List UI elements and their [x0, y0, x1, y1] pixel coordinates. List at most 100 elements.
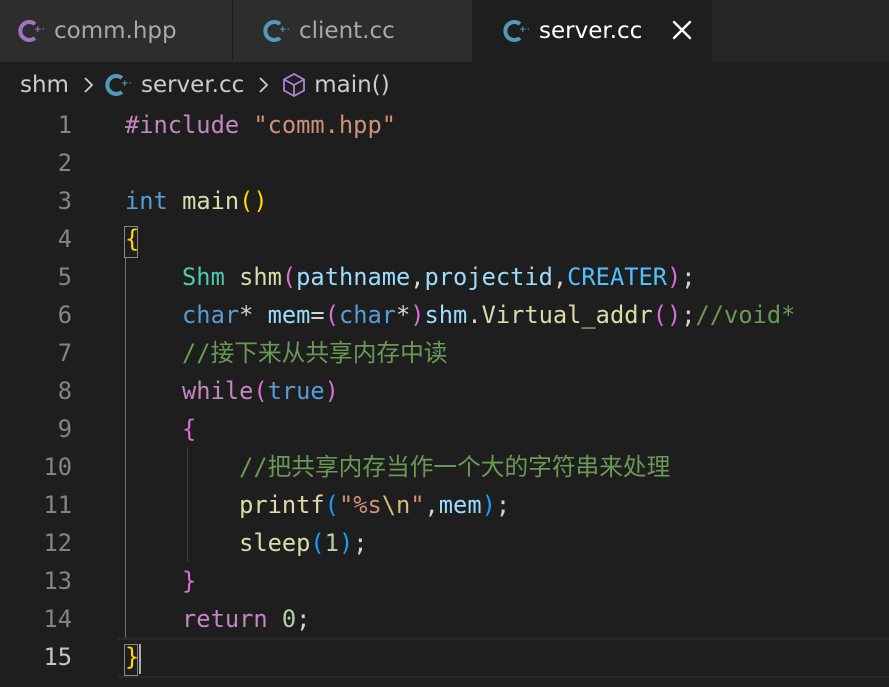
- code-line[interactable]: 3 int main(): [0, 182, 889, 220]
- cpp-file-icon: ++: [503, 20, 529, 42]
- tab-bar: ++ comm.hpp ++ client.cc ++ server.cc: [0, 0, 889, 62]
- code-token: ;: [296, 605, 311, 633]
- tab-comm-hpp[interactable]: ++ comm.hpp: [0, 0, 233, 62]
- code-token: .: [467, 301, 482, 329]
- code-text: #include "comm.hpp": [125, 106, 396, 144]
- code-line[interactable]: 14 return 0;: [0, 600, 889, 638]
- code-token: ;: [681, 263, 696, 291]
- code-text: {: [125, 410, 196, 448]
- code-token: ): [324, 377, 339, 405]
- code-token: (: [324, 491, 339, 519]
- code-token: Shm: [182, 263, 225, 291]
- line-number: 3: [57, 187, 72, 215]
- code-text: //接下来从共享内存中读: [125, 334, 447, 372]
- chevron-right-icon: [259, 77, 269, 93]
- breadcrumb-symbol[interactable]: main(): [314, 72, 389, 98]
- code-text: {: [125, 220, 139, 258]
- code-line[interactable]: 6 char* mem=(char*)shm.Virtual_addr();//…: [0, 296, 889, 334]
- tab-label: comm.hpp: [54, 18, 177, 44]
- code-line[interactable]: 15}: [0, 638, 889, 676]
- code-line[interactable]: 8 while(true): [0, 372, 889, 410]
- line-number: 11: [43, 491, 72, 519]
- code-token: ;: [495, 491, 511, 519]
- code-token: return: [182, 605, 268, 633]
- line-number: 10: [43, 453, 72, 481]
- code-token: shm: [424, 301, 468, 329]
- code-token: {: [125, 225, 140, 253]
- code-line[interactable]: 1 #include "comm.hpp": [0, 106, 889, 144]
- svg-text:++: ++: [519, 25, 529, 35]
- code-token: ): [338, 529, 354, 557]
- code-token: CREATER: [567, 263, 667, 291]
- code-line[interactable]: 13 }: [0, 562, 889, 600]
- code-token: shm: [239, 263, 282, 291]
- close-icon[interactable]: [667, 15, 697, 45]
- code-text: while(true): [125, 372, 339, 410]
- code-token: (): [652, 301, 682, 329]
- code-token: }: [125, 643, 140, 671]
- code-line[interactable]: 5 Shm shm(pathname,projectid,CREATER);: [0, 258, 889, 296]
- code-line[interactable]: 4{: [0, 220, 889, 258]
- code-line[interactable]: 2: [0, 144, 889, 182]
- line-number: 15: [43, 643, 72, 671]
- code-token: mem: [267, 301, 311, 329]
- code-text: return 0;: [125, 600, 310, 638]
- line-number: 2: [57, 149, 72, 177]
- breadcrumb-folder[interactable]: shm: [20, 72, 69, 98]
- line-number: 4: [57, 225, 72, 253]
- code-token: (: [281, 263, 297, 291]
- code-editor[interactable]: 1 #include "comm.hpp" 2 3 int main() 4{5 Shm …: [0, 106, 889, 687]
- code-token: "%s: [338, 491, 382, 519]
- cpp-file-icon: ++: [105, 74, 131, 96]
- cube-method-icon: [283, 72, 306, 98]
- code-token: mem: [438, 491, 482, 519]
- code-token: }: [182, 567, 197, 595]
- code-line[interactable]: 11 printf("%s\n",mem);: [0, 486, 889, 524]
- code-token: \n: [381, 491, 411, 519]
- code-token: 0: [281, 605, 297, 633]
- code-token: ;: [353, 529, 368, 557]
- code-token: char: [182, 301, 240, 329]
- code-token: true: [267, 377, 325, 405]
- code-token: (: [310, 529, 325, 557]
- code-token: ): [481, 491, 496, 519]
- code-text: }: [125, 562, 196, 600]
- breadcrumb-file[interactable]: server.cc: [141, 72, 244, 98]
- svg-text:++: ++: [34, 25, 44, 35]
- code-line[interactable]: 10 //把共享内存当作一个大的字符串来处理: [0, 448, 889, 486]
- line-number: 6: [57, 301, 72, 329]
- tab-client-cc[interactable]: ++ client.cc: [233, 0, 473, 62]
- code-text: Shm shm(pathname,projectid,CREATER);: [125, 258, 696, 296]
- code-token: //void*: [695, 301, 796, 329]
- code-line[interactable]: 9 {: [0, 410, 889, 448]
- code-token: (): [239, 187, 268, 215]
- code-line[interactable]: 7 //接下来从共享内存中读: [0, 334, 889, 372]
- code-token: ,: [552, 263, 568, 291]
- code-token: printf: [239, 491, 325, 519]
- code-token: (: [324, 301, 339, 329]
- line-number: 8: [57, 377, 72, 405]
- code-token: =: [310, 301, 325, 329]
- code-line[interactable]: 12 sleep(1);: [0, 524, 889, 562]
- code-token: sleep: [239, 529, 311, 557]
- code-token: {: [182, 415, 197, 443]
- tab-label: server.cc: [539, 18, 643, 44]
- line-number: 13: [43, 567, 72, 595]
- code-token: Virtual_addr: [481, 301, 653, 329]
- line-number: 14: [43, 605, 72, 633]
- tab-label: client.cc: [299, 18, 395, 44]
- cpp-file-icon: ++: [18, 20, 44, 42]
- tab-server-cc[interactable]: ++ server.cc: [473, 0, 712, 62]
- tab-bar-empty-area: [712, 0, 889, 62]
